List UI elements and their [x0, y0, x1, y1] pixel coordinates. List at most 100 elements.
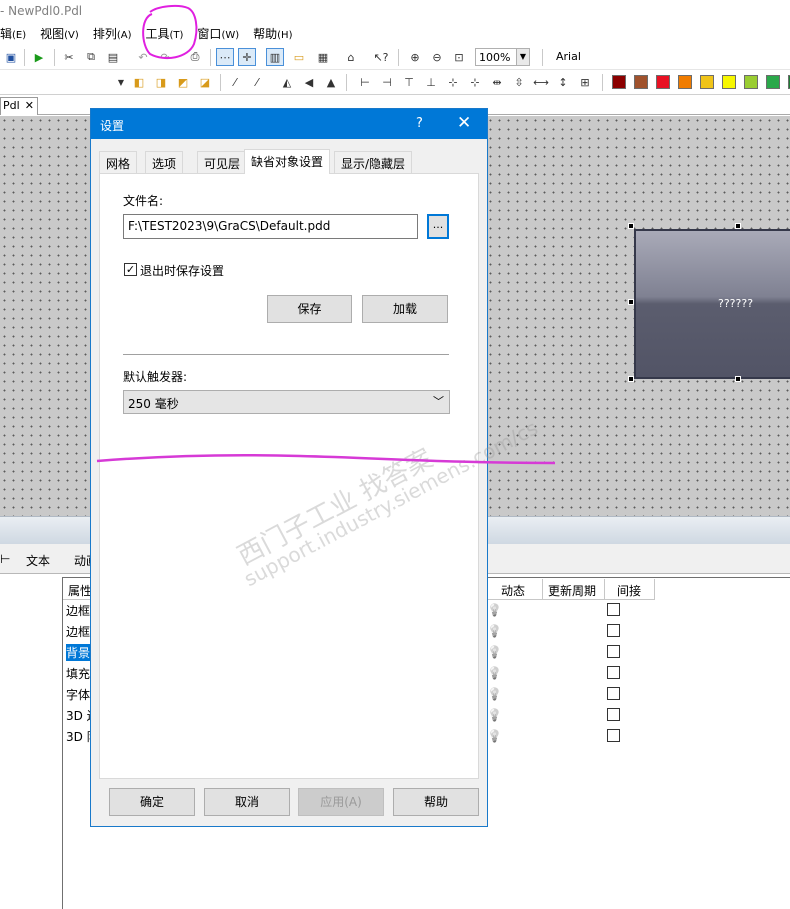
menu-arrange[interactable]: 排列(A) [93, 25, 140, 42]
tab-options[interactable]: 选项 [145, 151, 184, 173]
chevron-down-icon[interactable]: ▼ [516, 49, 529, 65]
dialog-titlebar[interactable]: 设置 ? ✕ [91, 109, 487, 139]
indirect-checkbox[interactable] [607, 666, 620, 679]
align-bottom-icon[interactable]: ⊥ [422, 73, 440, 91]
zoom-in-icon[interactable]: ⊕ [406, 48, 424, 66]
whats-this-icon[interactable]: ↖? [372, 48, 390, 66]
color-swatch[interactable] [612, 75, 626, 89]
paste-icon[interactable]: ▤ [104, 48, 122, 66]
help-icon[interactable]: ? [416, 116, 423, 131]
lightbulb-icon[interactable]: 💡 [487, 666, 502, 680]
tab-visible-layers[interactable]: 可见层 [197, 151, 248, 173]
indirect-checkbox[interactable] [607, 729, 620, 742]
align-right-icon[interactable]: ⊣ [378, 73, 396, 91]
resize-handle[interactable] [628, 376, 634, 382]
ok-button[interactable]: 确定 [109, 788, 195, 816]
distribute-vertical-icon[interactable]: ⇳ [510, 73, 528, 91]
font-combo[interactable]: Arial [552, 48, 790, 66]
default-trigger-select[interactable]: 250 毫秒 ﹀ [123, 390, 450, 414]
document-tab[interactable]: Pdl ✕ [0, 97, 38, 115]
same-size-icon[interactable]: ⊞ [576, 73, 594, 91]
send-back-icon[interactable]: ◨ [152, 73, 170, 91]
chevron-down-icon[interactable]: ▼ [112, 73, 130, 91]
menu-tools[interactable]: 工具(T) [145, 25, 191, 42]
flip-vertical-icon[interactable]: ▲ [322, 73, 340, 91]
indirect-checkbox[interactable] [607, 687, 620, 700]
layers-icon[interactable]: ▥ [266, 48, 284, 66]
resize-handle[interactable] [628, 299, 634, 305]
backward-icon[interactable]: ◪ [196, 73, 214, 91]
align-top-icon[interactable]: ⊤ [400, 73, 418, 91]
lightbulb-icon[interactable]: 💡 [487, 708, 502, 722]
zoom-combo[interactable]: 100% ▼ [475, 48, 530, 66]
align-left-icon[interactable]: ⊢ [356, 73, 374, 91]
color-swatch[interactable] [634, 75, 648, 89]
zoom-fit-icon[interactable]: ⊡ [450, 48, 468, 66]
property-row-label[interactable]: 背景 [66, 644, 91, 661]
save-on-exit-checkbox[interactable]: ✓ [124, 263, 137, 276]
bring-front-icon[interactable]: ◧ [130, 73, 148, 91]
help-button[interactable]: 帮助 [393, 788, 479, 816]
close-icon[interactable]: ✕ [457, 113, 471, 133]
copy-icon[interactable]: ⧉ [82, 48, 100, 66]
lightbulb-icon[interactable]: 💡 [487, 645, 502, 659]
selected-rectangle-object[interactable]: ?????? [634, 229, 790, 379]
color-swatch[interactable] [656, 75, 670, 89]
flip-horizontal-icon[interactable]: ◭ [278, 73, 296, 91]
tab-text[interactable]: 文本 [26, 552, 50, 569]
column-header-update-cycle[interactable]: 更新周期 [543, 579, 605, 600]
wand-icon[interactable]: ⁄ [248, 73, 266, 91]
color-swatch[interactable] [700, 75, 714, 89]
resize-handle[interactable] [735, 376, 741, 382]
magic-wand-icon[interactable]: ⁄ [226, 73, 244, 91]
snap-grid-icon[interactable]: ✛ [238, 48, 256, 66]
zoom-out-icon[interactable]: ⊖ [428, 48, 446, 66]
save-icon[interactable]: ▣ [2, 48, 20, 66]
distribute-horizontal-icon[interactable]: ⇹ [488, 73, 506, 91]
property-row-label[interactable]: 填充 [66, 665, 90, 682]
column-header-indirect[interactable]: 间接 [605, 579, 655, 600]
lightbulb-icon[interactable]: 💡 [487, 729, 502, 743]
indirect-checkbox[interactable] [607, 603, 620, 616]
lightbulb-icon[interactable]: 💡 [487, 624, 502, 638]
tab-show-hide-layers[interactable]: 显示/隐藏层 [334, 151, 413, 173]
save-button[interactable]: 保存 [267, 295, 352, 323]
menu-edit[interactable]: 辑(E) [0, 25, 34, 42]
print-icon[interactable]: ⎙ [186, 48, 204, 66]
indirect-checkbox[interactable] [607, 645, 620, 658]
property-row-label[interactable]: 边框 [66, 602, 90, 619]
cut-icon[interactable]: ✂ [60, 48, 78, 66]
close-icon[interactable]: ✕ [25, 99, 34, 112]
apply-button[interactable]: 应用(A) [298, 788, 384, 816]
color-swatch[interactable] [766, 75, 780, 89]
color-swatch[interactable] [722, 75, 736, 89]
indirect-checkbox[interactable] [607, 708, 620, 721]
menu-view[interactable]: 视图(V) [40, 25, 87, 42]
load-button[interactable]: 加载 [362, 295, 448, 323]
color-swatch[interactable] [744, 75, 758, 89]
property-row-label[interactable]: 边框 [66, 623, 90, 640]
same-height-icon[interactable]: ↕ [554, 73, 572, 91]
color-swatch[interactable] [678, 75, 692, 89]
redo-icon[interactable]: ↷ [156, 48, 174, 66]
grid-icon[interactable]: ⋯ [216, 48, 234, 66]
tab-default-object-settings[interactable]: 缺省对象设置 [244, 149, 331, 174]
column-header-dynamic[interactable]: 动态 [487, 579, 543, 600]
rotate-icon[interactable]: ◀ [300, 73, 318, 91]
cancel-button[interactable]: 取消 [204, 788, 290, 816]
center-horizontal-icon[interactable]: ⊹ [444, 73, 462, 91]
menu-window[interactable]: 窗口(W) [197, 25, 247, 42]
indirect-checkbox[interactable] [607, 624, 620, 637]
browse-button[interactable]: ... [427, 214, 449, 239]
resize-handle[interactable] [735, 223, 741, 229]
resize-handle[interactable] [628, 223, 634, 229]
library-icon[interactable]: ▦ [314, 48, 332, 66]
lightbulb-icon[interactable]: 💡 [487, 603, 502, 617]
menu-help[interactable]: 帮助(H) [253, 25, 300, 42]
forward-icon[interactable]: ◩ [174, 73, 192, 91]
same-width-icon[interactable]: ⟷ [532, 73, 550, 91]
filename-field[interactable]: F:\TEST2023\9\GraCS\Default.pdd [123, 214, 418, 239]
run-icon[interactable]: ▶ [30, 48, 48, 66]
open-folder-icon[interactable]: ▭ [290, 48, 308, 66]
undo-icon[interactable]: ↶ [134, 48, 152, 66]
